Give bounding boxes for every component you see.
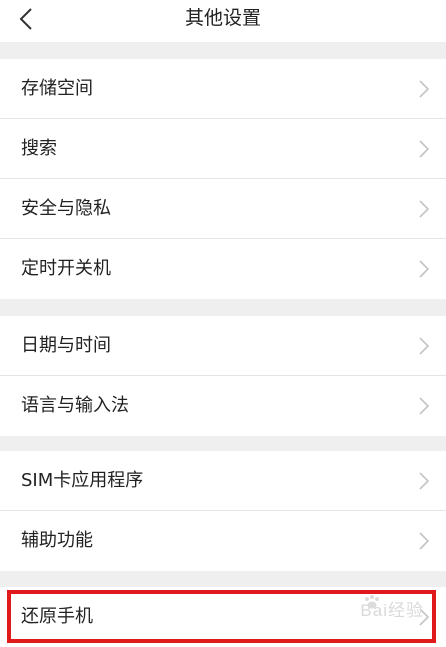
chevron-right-icon <box>419 532 430 550</box>
settings-item-scheduled-power[interactable]: 定时开关机 <box>0 239 446 299</box>
page-title: 其他设置 <box>184 7 261 29</box>
chevron-right-icon <box>419 337 430 355</box>
settings-item-label: SIM卡应用程序 <box>21 470 144 491</box>
section-gap <box>0 571 446 587</box>
settings-group-datetime: 日期与时间 语言与输入法 <box>0 316 446 436</box>
chevron-right-icon <box>419 80 430 98</box>
section-gap <box>0 299 446 316</box>
section-gap <box>0 42 446 59</box>
settings-item-label: 安全与隐私 <box>21 198 111 219</box>
chevron-right-icon <box>419 140 430 158</box>
chevron-right-icon <box>419 397 430 415</box>
settings-group-storage: 存储空间 搜索 安全与隐私 定时开关机 <box>0 59 446 299</box>
chevron-right-icon <box>419 472 430 490</box>
settings-item-label: 辅助功能 <box>21 530 93 551</box>
settings-item-label: 搜索 <box>21 138 57 159</box>
section-gap <box>0 436 446 451</box>
settings-item-language-input[interactable]: 语言与输入法 <box>0 376 446 436</box>
settings-item-label: 语言与输入法 <box>21 395 129 416</box>
settings-item-sim-apps[interactable]: SIM卡应用程序 <box>0 451 446 511</box>
settings-item-label: 还原手机 <box>21 606 93 627</box>
settings-group-sim: SIM卡应用程序 辅助功能 <box>0 451 446 571</box>
settings-item-accessibility[interactable]: 辅助功能 <box>0 511 446 571</box>
settings-item-security-privacy[interactable]: 安全与隐私 <box>0 179 446 239</box>
settings-item-label: 定时开关机 <box>21 258 111 279</box>
settings-item-search[interactable]: 搜索 <box>0 119 446 179</box>
chevron-right-icon <box>419 260 430 278</box>
settings-item-label: 日期与时间 <box>21 335 111 356</box>
settings-item-storage[interactable]: 存储空间 <box>0 59 446 119</box>
settings-item-label: 存储空间 <box>21 78 93 99</box>
chevron-right-icon <box>419 200 430 218</box>
settings-item-date-time[interactable]: 日期与时间 <box>0 316 446 376</box>
top-bar: 其他设置 <box>0 0 446 42</box>
watermark: Bai经验 <box>360 601 424 620</box>
